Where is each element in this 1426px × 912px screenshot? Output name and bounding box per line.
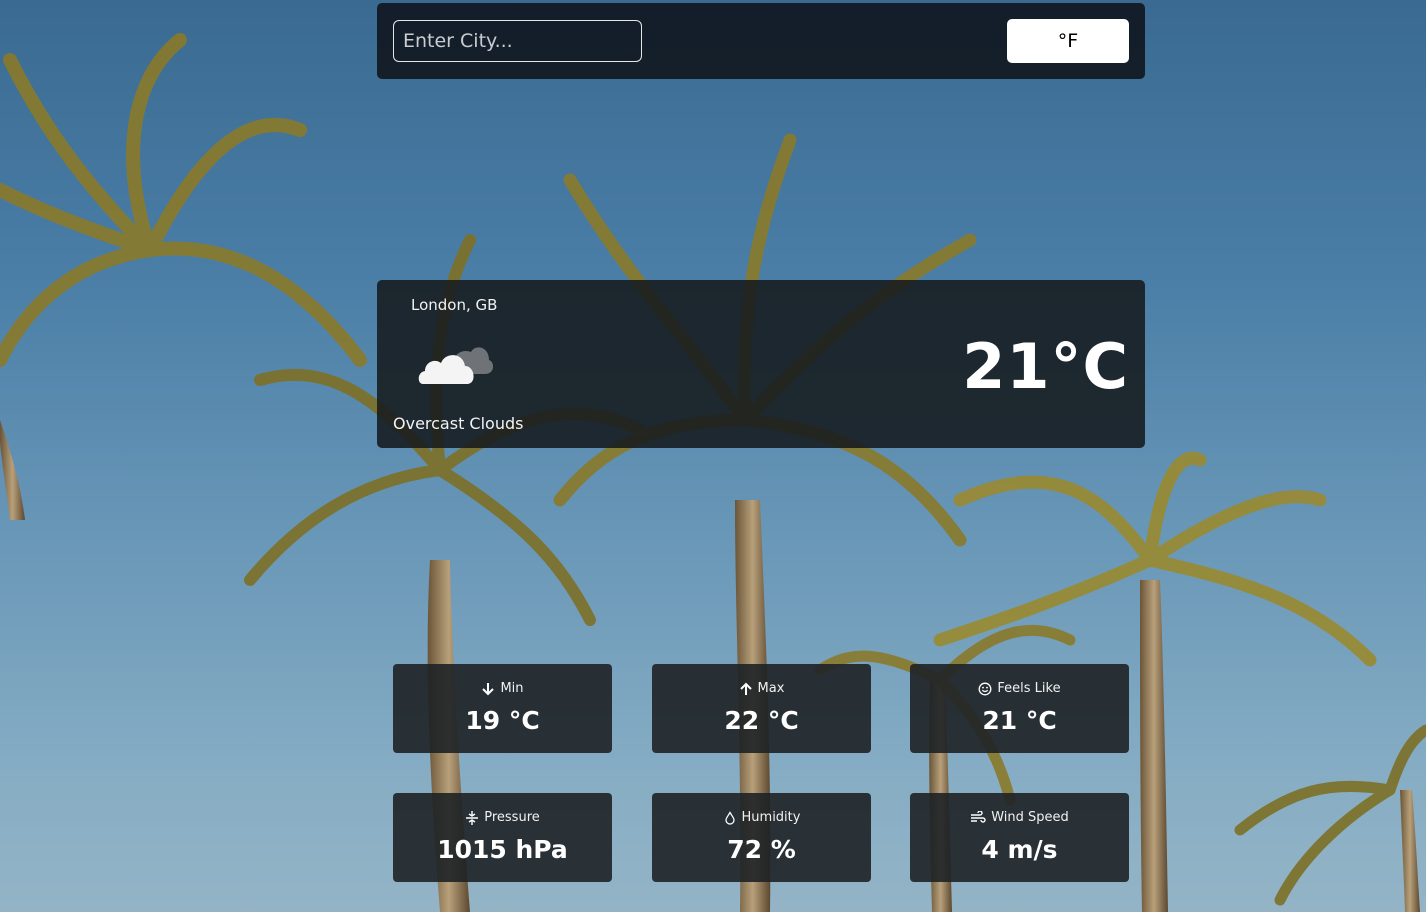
wind-speed-label: Wind Speed [991,810,1069,825]
max-label: Max [757,681,785,696]
humidity-value: 72 % [727,835,796,864]
droplet-icon [723,810,737,825]
wind-speed-value: 4 m/s [981,835,1058,864]
pressure-card: Pressure 1015 hPa [393,793,612,882]
city-search-input[interactable] [393,20,642,62]
min-value: 19 °C [465,706,540,735]
min-temp-card: Min 19 °C [393,664,612,753]
background-photo [0,0,1426,912]
max-temp-card: Max 22 °C [652,664,871,753]
pressure-value: 1015 hPa [437,835,568,864]
palm-trees-illustration [0,33,1426,912]
search-bar: °F [377,3,1145,79]
wind-icon [970,810,986,825]
unit-toggle-button[interactable]: °F [1007,19,1129,63]
current-weather-card: London, GB Overcast Clouds 21°C [377,280,1145,448]
min-label: Min [500,681,524,696]
wind-speed-card: Wind Speed 4 m/s [910,793,1129,882]
pressure-label: Pressure [484,810,540,825]
smile-icon [978,682,992,696]
overcast-clouds-icon [417,338,494,390]
humidity-card: Humidity 72 % [652,793,871,882]
humidity-label: Humidity [741,810,801,825]
feels-like-label: Feels Like [997,681,1061,696]
arrow-up-icon [739,682,753,696]
feels-like-card: Feels Like 21 °C [910,664,1129,753]
current-temperature: 21°C [962,330,1129,403]
feels-like-value: 21 °C [982,706,1057,735]
weather-description: Overcast Clouds [393,414,524,433]
pressure-icon [465,810,479,825]
max-value: 22 °C [724,706,799,735]
arrow-down-icon [481,682,495,696]
location-label: London, GB [411,296,498,314]
